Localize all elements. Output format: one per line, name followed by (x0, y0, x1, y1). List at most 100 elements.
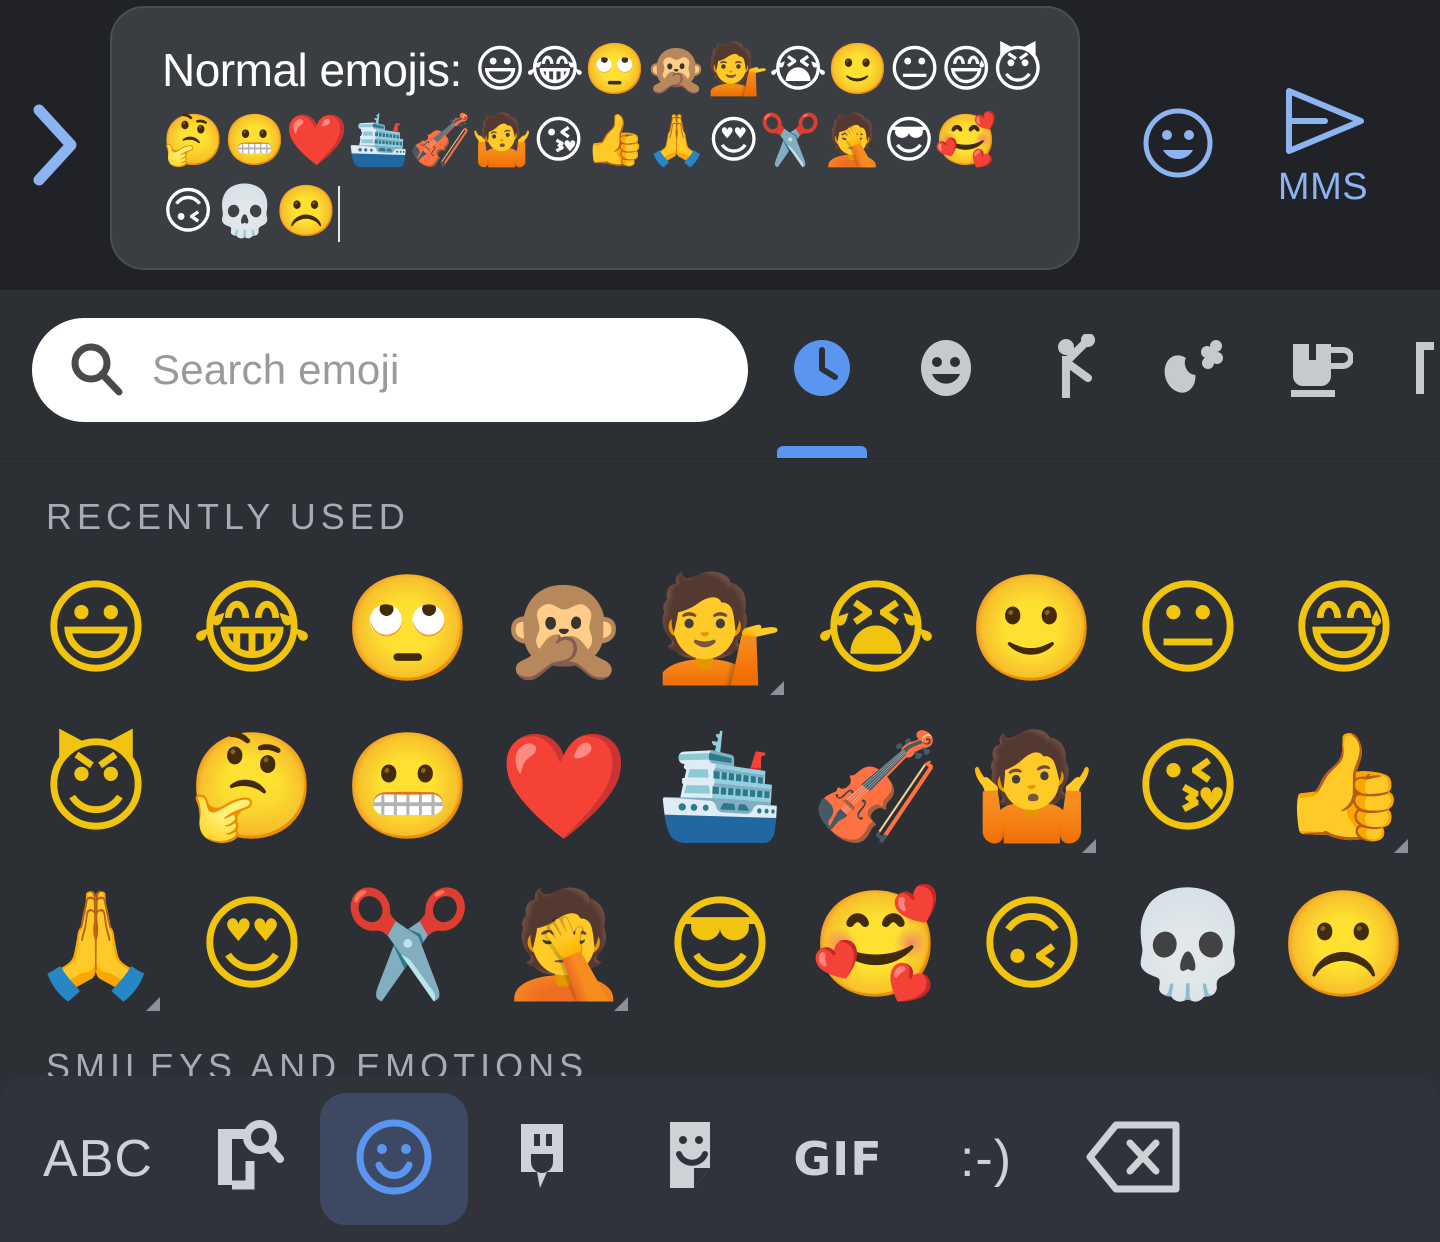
cup-icon (1283, 334, 1354, 407)
message-prefix-text: Normal emojis: (162, 44, 475, 96)
emoji-glyph: 🙃 (977, 883, 1087, 1005)
emoji-cell[interactable]: 😭 (798, 549, 954, 707)
emoji-cell[interactable]: 😈 (18, 707, 174, 865)
compose-actions: MMS (1080, 0, 1440, 290)
emoji-toggle-button[interactable] (1140, 107, 1216, 183)
backspace-button[interactable] (1060, 1093, 1208, 1225)
emoji-cell[interactable]: 😍 (174, 865, 330, 1023)
emoji-glyph: 👍 (1279, 725, 1409, 847)
emoji-glyph: 😐 (1133, 567, 1243, 689)
emoji-cell[interactable]: 😎 (642, 865, 798, 1023)
emoji-glyph: 😍 (197, 883, 307, 1005)
clipboard-search-button[interactable] (172, 1093, 320, 1225)
emoji-picker-panel: Search emoji RECENTLY USED 😃 😂 🙄 🙊 💁 😭 🙂… (0, 290, 1440, 1242)
expand-compose-button[interactable] (0, 0, 110, 290)
emoji-cell[interactable]: ☹️ (1266, 865, 1422, 1023)
emoji-cell[interactable]: 😃 (18, 549, 174, 707)
emoji-cell[interactable]: 🤷 (954, 707, 1110, 865)
emoji-cell[interactable]: 🙊 (486, 549, 642, 707)
emoji-glyph: 😎 (665, 883, 775, 1005)
category-tabs (760, 290, 1440, 458)
emoji-cell[interactable]: 🎻 (798, 707, 954, 865)
clock-icon (788, 334, 856, 407)
abc-button[interactable]: ABC (24, 1093, 172, 1225)
emoji-cell[interactable]: 🙃 (954, 865, 1110, 1023)
emoji-glyph: 😃 (41, 567, 151, 689)
emoji-cell[interactable]: ❤️ (486, 707, 642, 865)
emoji-cell[interactable]: 🥰 (798, 865, 954, 1023)
search-placeholder-text: Search emoji (152, 346, 400, 393)
emoji-cell[interactable]: 💁 (642, 549, 798, 707)
category-tab-smileys[interactable] (884, 290, 1008, 458)
emoticon-button[interactable]: :-) (912, 1093, 1060, 1225)
message-text: Normal emojis: 😃😂🙄🙊💁😭🙂😐😅😈🤔😬❤️🛳️🎻🤷😘👍🙏😍✂️🤦… (162, 34, 1044, 247)
gif-button[interactable]: GIF (764, 1093, 912, 1225)
emoji-cell[interactable]: 👍 (1266, 707, 1422, 865)
emoji-glyph: 🎻 (811, 725, 941, 847)
emoji-glyph: 🙄 (343, 567, 473, 689)
abc-text: ABC (43, 1130, 153, 1188)
emoji-glyph: ☹️ (1279, 883, 1409, 1005)
emoji-glyph: 😅 (1289, 567, 1399, 689)
category-tab-nature[interactable] (1132, 290, 1256, 458)
skin-tone-variant-marker (146, 997, 160, 1011)
category-tab-people[interactable] (1008, 290, 1132, 458)
emoji-sticker-icon (507, 1114, 577, 1205)
emoji-glyph: 🛳️ (655, 725, 785, 847)
emoji-glyph: 😘 (1133, 725, 1243, 847)
text-cursor (338, 186, 341, 242)
skin-tone-variant-marker (1082, 839, 1096, 853)
message-input[interactable]: Normal emojis: 😃😂🙄🙊💁😭🙂😐😅😈🤔😬❤️🛳️🎻🤷😘👍🙏😍✂️🤦… (110, 6, 1080, 270)
emoji-sticker-button[interactable] (468, 1093, 616, 1225)
emoji-cell[interactable]: 😂 (174, 549, 330, 707)
emoji-glyph: 🤦 (499, 883, 629, 1005)
emoji-glyph: 🤔 (187, 725, 317, 847)
emoji-glyph: 😂 (191, 567, 313, 689)
send-mms-button[interactable]: MMS (1268, 83, 1378, 208)
nature-icon (1158, 334, 1230, 407)
emoji-cell[interactable]: 🤦 (486, 865, 642, 1023)
emoji-glyph: 🙂 (967, 567, 1097, 689)
active-tab-underline (777, 446, 867, 458)
message-emoji-run-1: 😃😂🙄🙊💁😭 (474, 40, 827, 98)
emoji-glyph: 💁 (655, 567, 785, 689)
skin-tone-variant-marker (1394, 839, 1408, 853)
search-input[interactable]: Search emoji (32, 318, 748, 422)
emoticon-text: :-) (959, 1130, 1013, 1188)
section-header-recently-used: RECENTLY USED (46, 496, 410, 537)
sticker-button[interactable] (616, 1093, 764, 1225)
category-tab-food[interactable] (1256, 290, 1380, 458)
emoji-glyph: ❤️ (499, 725, 629, 847)
emoji-cell[interactable]: 🛳️ (642, 707, 798, 865)
emoji-cell[interactable]: 😬 (330, 707, 486, 865)
emoji-cell[interactable]: 🙂 (954, 549, 1110, 707)
emoji-panel-topbar: Search emoji (0, 290, 1440, 459)
emoji-cell[interactable]: 😅 (1266, 549, 1422, 707)
emoji-cell[interactable]: 🙄 (330, 549, 486, 707)
category-tab-travel[interactable] (1380, 290, 1440, 458)
emoji-grid-recently-used: 😃 😂 🙄 🙊 💁 😭 🙂 😐 😅 😈 🤔 😬 ❤️ 🛳️ 🎻 🤷 😘 👍 🙏 … (0, 539, 1440, 1023)
emoji-cell[interactable]: 🤔 (174, 707, 330, 865)
emoji-cell[interactable]: 💀 (1110, 865, 1266, 1023)
send-arrow-icon (1275, 83, 1371, 164)
chevron-right-icon (27, 102, 83, 188)
search-area: Search emoji (0, 290, 760, 422)
skin-tone-variant-marker (614, 997, 628, 1011)
emoji-button[interactable] (320, 1093, 468, 1225)
emoji-cell[interactable]: ✂️ (330, 865, 486, 1023)
search-icon (66, 338, 126, 403)
emoji-cell[interactable]: 🙏 (18, 865, 174, 1023)
emoji-cell[interactable]: 😘 (1110, 707, 1266, 865)
emoji-cell[interactable]: 😐 (1110, 549, 1266, 707)
emoji-keyboard-screen: Normal emojis: 😃😂🙄🙊💁😭🙂😐😅😈🤔😬❤️🛳️🎻🤷😘👍🙏😍✂️🤦… (0, 0, 1440, 1242)
emoji-glyph: 💀 (1123, 883, 1253, 1005)
emoji-glyph: 🙊 (499, 567, 629, 689)
category-tab-recent[interactable] (760, 290, 884, 458)
compose-bar: Normal emojis: 😃😂🙄🙊💁😭🙂😐😅😈🤔😬❤️🛳️🎻🤷😘👍🙏😍✂️🤦… (0, 0, 1440, 290)
emoji-glyph: 😬 (343, 725, 473, 847)
skin-tone-variant-marker (770, 681, 784, 695)
emoji-glyph: 😈 (41, 725, 151, 847)
clipboard-search-icon (208, 1115, 284, 1204)
emoji-glyph: 🥰 (811, 883, 941, 1005)
keyboard-bottom-bar: ABC GIF:-) (0, 1076, 1440, 1242)
